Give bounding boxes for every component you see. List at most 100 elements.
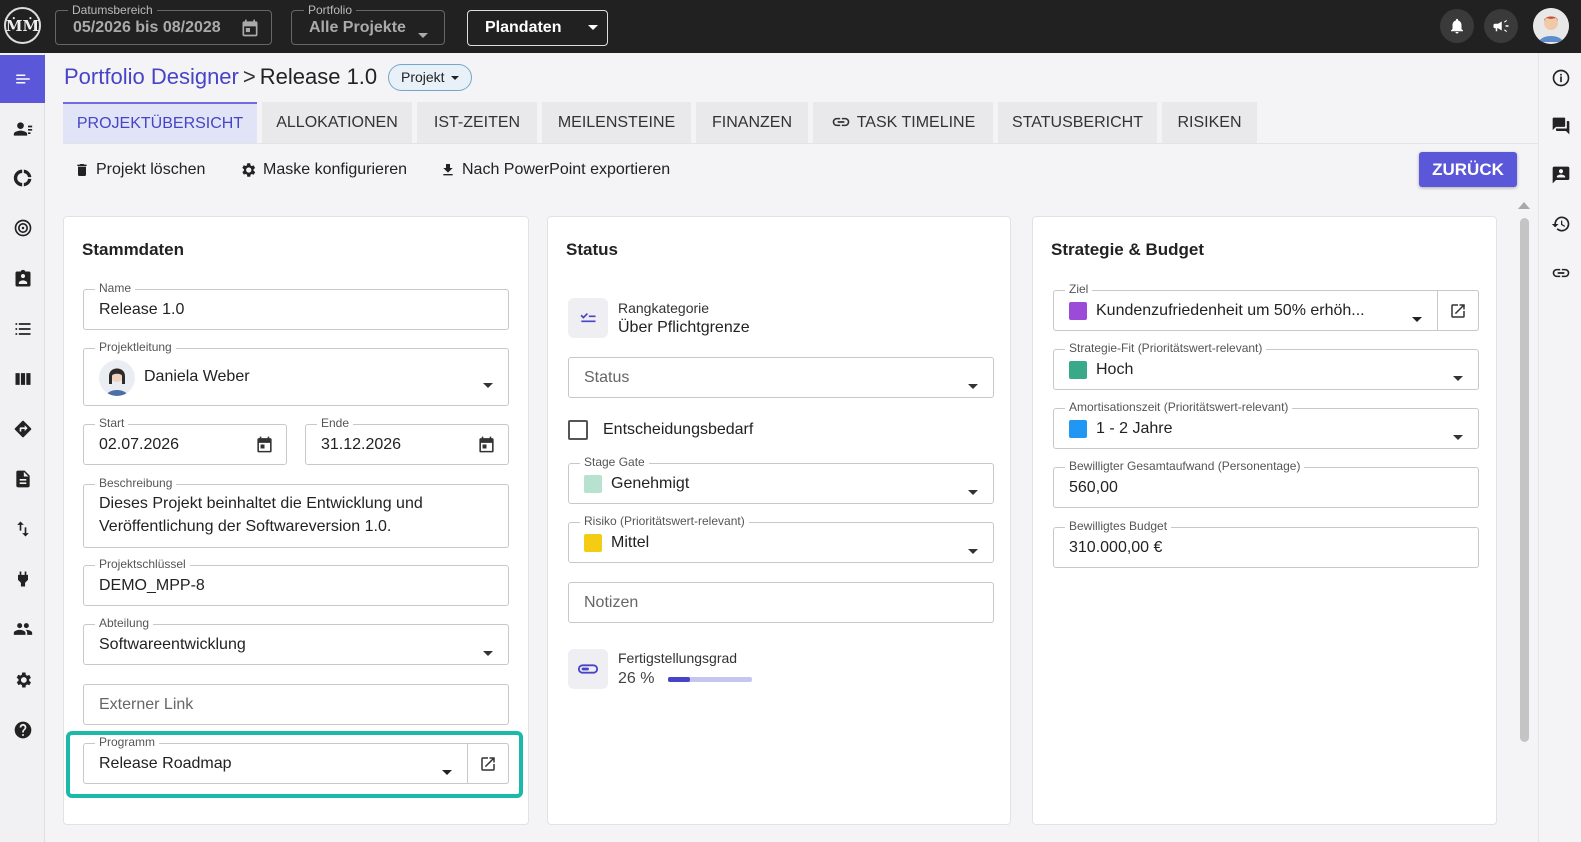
date-range-value: 05/2026 bis 08/2028 xyxy=(73,19,221,36)
nav-portfolio[interactable] xyxy=(0,154,45,202)
nav-resources[interactable] xyxy=(0,105,45,153)
approved-effort-value: 560,00 xyxy=(1069,479,1118,496)
project-lead-select[interactable]: Projektleitung Daniela Weber xyxy=(83,340,509,406)
tab-risiken[interactable]: RISIKEN xyxy=(1162,102,1257,143)
download-icon xyxy=(443,164,453,176)
goal-swatch xyxy=(1069,302,1087,320)
open-program-button[interactable] xyxy=(467,743,509,784)
nav-assignments[interactable] xyxy=(0,255,45,303)
info-button[interactable] xyxy=(1539,63,1581,93)
lead-avatar xyxy=(99,360,135,396)
project-lead-label: Projektleitung xyxy=(95,340,176,354)
scrollbar-thumb[interactable] xyxy=(1520,218,1529,742)
stage-gate-select[interactable]: Stage Gate Genehmigt xyxy=(568,455,994,504)
notifications-button[interactable] xyxy=(1440,9,1474,43)
stage-gate-swatch xyxy=(584,475,602,493)
tab-meilensteine[interactable]: MEILENSTEINE xyxy=(542,102,691,143)
nav-menu-toggle[interactable] xyxy=(0,55,45,103)
project-key-field[interactable]: Projektschlüssel DEMO_MPP-8 xyxy=(83,557,509,606)
gear-icon xyxy=(242,163,256,177)
clipboard-person-icon xyxy=(15,269,30,287)
chevron-down-icon xyxy=(418,25,428,43)
configure-mask-button[interactable]: Maske konfigurieren xyxy=(239,160,407,180)
nav-list[interactable] xyxy=(0,305,45,353)
feedback-button[interactable] xyxy=(1539,160,1581,190)
approved-budget-value: 310.000,00 € xyxy=(1069,539,1163,556)
tab-projektuebersicht[interactable]: PROJEKTÜBERSICHT xyxy=(63,102,257,143)
completion-label: Fertigstellungsgrad xyxy=(618,650,738,666)
swap-vertical-icon xyxy=(16,521,29,537)
program-select[interactable]: Programm Release Roadmap xyxy=(83,735,509,784)
nav-help[interactable] xyxy=(0,706,45,754)
department-select[interactable]: Abteilung Softwareentwicklung xyxy=(83,616,509,665)
links-button[interactable] xyxy=(1539,258,1581,288)
external-link-placeholder: Externer Link xyxy=(99,696,194,713)
notes-field[interactable]: Notizen xyxy=(568,582,994,623)
portfolio-select[interactable]: Portfolio Alle Projekte xyxy=(291,3,445,45)
approved-effort-label: Bewilligter Gesamtaufwand (Personentage) xyxy=(1065,459,1305,473)
back-button[interactable]: ZURÜCK xyxy=(1419,152,1517,187)
project-lead-value: Daniela Weber xyxy=(144,368,250,385)
export-powerpoint-button[interactable]: Nach PowerPoint exportieren xyxy=(440,160,670,180)
nav-team[interactable] xyxy=(0,605,45,653)
tab-task-timeline[interactable]: TASK TIMELINE xyxy=(813,102,993,143)
announcements-button[interactable] xyxy=(1484,9,1518,43)
tab-statusbericht[interactable]: STATUSBERICHT xyxy=(998,102,1157,143)
stage-gate-label: Stage Gate xyxy=(580,455,649,469)
plandaten-select[interactable]: Plandaten xyxy=(467,10,608,46)
stage-gate-value: Genehmigt xyxy=(611,475,690,492)
chevron-down-icon xyxy=(968,376,978,394)
external-link-field[interactable]: Externer Link xyxy=(83,684,509,725)
nav-roadmap[interactable] xyxy=(0,405,45,453)
goal-select[interactable]: Ziel Kundenzufriedenheit um 50% erhöh... xyxy=(1053,282,1479,331)
description-field[interactable]: Beschreibung Dieses Projekt beinhaltet d… xyxy=(83,476,509,548)
approved-budget-field[interactable]: Bewilligtes Budget 310.000,00 € xyxy=(1053,519,1479,568)
date-range-field[interactable]: Datumsbereich 05/2026 bis 08/2028 xyxy=(55,3,272,45)
app-logo[interactable]: ṀṀ xyxy=(4,7,41,44)
completion-value: 26 % xyxy=(618,670,655,687)
strategy-fit-select[interactable]: Strategie-Fit (Prioritätswert-relevant) … xyxy=(1053,341,1479,390)
start-date-field[interactable]: Start 02.07.2026 xyxy=(83,416,287,465)
open-goal-button[interactable] xyxy=(1437,290,1479,331)
calendar-icon[interactable] xyxy=(477,435,496,459)
amortization-label: Amortisationszeit (Prioritätswert-releva… xyxy=(1065,400,1293,414)
tab-allokationen[interactable]: ALLOKATIONEN xyxy=(262,102,412,143)
name-field[interactable]: Name Release 1.0 xyxy=(83,281,509,330)
scroll-up-arrow[interactable] xyxy=(1518,202,1530,209)
nav-import-export[interactable] xyxy=(0,505,45,553)
status-title: Status xyxy=(566,240,618,259)
history-button[interactable] xyxy=(1539,209,1581,239)
status-select[interactable]: Status xyxy=(568,357,994,398)
risk-select[interactable]: Risiko (Prioritätswert-relevant) Mittel xyxy=(568,514,994,563)
nav-documents[interactable] xyxy=(0,455,45,503)
tab-finanzen[interactable]: FINANZEN xyxy=(696,102,808,143)
tab-ist-zeiten[interactable]: IST-ZEITEN xyxy=(417,102,537,143)
comments-button[interactable] xyxy=(1539,111,1581,141)
decision-needed-checkbox[interactable] xyxy=(568,420,588,440)
project-key-label: Projektschlüssel xyxy=(95,557,190,571)
forum-icon xyxy=(1552,117,1569,135)
user-avatar[interactable] xyxy=(1533,8,1569,44)
nav-goals[interactable] xyxy=(0,204,45,252)
stammdaten-title: Stammdaten xyxy=(82,240,185,259)
breadcrumb-separator: > xyxy=(242,64,256,89)
delete-project-button[interactable]: Projekt löschen xyxy=(74,160,205,180)
calendar-icon[interactable] xyxy=(240,18,260,43)
calendar-icon[interactable] xyxy=(255,435,274,459)
approved-budget-label: Bewilligtes Budget xyxy=(1065,519,1172,533)
end-date-field[interactable]: Ende 31.12.2026 xyxy=(305,416,509,465)
amortization-select[interactable]: Amortisationszeit (Prioritätswert-releva… xyxy=(1053,400,1479,449)
end-value: 31.12.2026 xyxy=(321,436,402,453)
date-range-label: Datumsbereich xyxy=(68,3,157,17)
nav-integrations[interactable] xyxy=(0,555,45,603)
nav-settings[interactable] xyxy=(0,656,45,704)
completion-progress-bar xyxy=(668,677,752,682)
breadcrumb-root[interactable]: Portfolio Designer xyxy=(64,64,239,89)
delete-project-label: Projekt löschen xyxy=(96,161,206,178)
plandaten-label: Plandaten xyxy=(485,19,562,36)
donut-chart-icon xyxy=(13,169,31,187)
approved-effort-field[interactable]: Bewilligter Gesamtaufwand (Personentage)… xyxy=(1053,459,1479,508)
portfolio-label: Portfolio xyxy=(304,3,357,17)
project-type-chip[interactable]: Projekt xyxy=(388,64,472,91)
nav-board[interactable] xyxy=(0,355,45,403)
